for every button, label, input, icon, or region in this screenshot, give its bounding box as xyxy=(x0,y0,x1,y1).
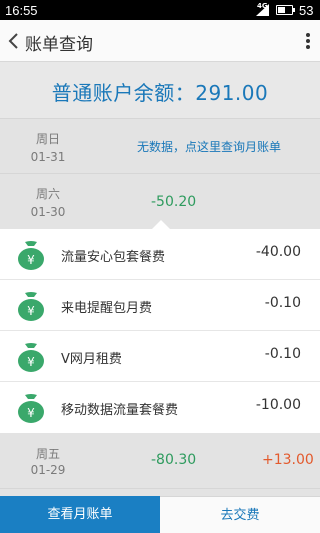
bottom-bar: 查看月账单 去交费 xyxy=(0,496,320,533)
day-date: 01-31 xyxy=(30,150,66,164)
list-item: ¥ 流量安心包套餐费 -40.00 xyxy=(0,229,320,280)
money-bag-icon: ¥ xyxy=(18,343,44,372)
svg-text:¥: ¥ xyxy=(27,355,35,369)
battery-icon xyxy=(276,5,295,15)
balance-label: 普通账户余额：291.00 xyxy=(51,81,269,105)
item-name: 来电提醒包月费 xyxy=(61,301,153,316)
back-icon[interactable] xyxy=(6,30,22,52)
day-weekday: 周五 xyxy=(35,447,60,461)
page-title: 账单查询 xyxy=(25,35,93,55)
title-bar: 账单查询 xyxy=(0,20,320,62)
money-bag-icon: ¥ xyxy=(18,394,44,423)
more-menu-icon[interactable] xyxy=(304,32,312,50)
day-date: 01-30 xyxy=(30,205,66,219)
list-item: ¥ V网月租费 -0.10 xyxy=(0,331,320,382)
svg-text:¥: ¥ xyxy=(27,304,35,318)
balance-banner: 普通账户余额：291.00 xyxy=(0,62,320,119)
no-data-link[interactable]: 无数据，点这里查询月账单 xyxy=(137,138,281,155)
day-weekday: 周日 xyxy=(35,132,60,146)
screen: 16:55 4G 53 账单查询 普通账户余额：291.00 周日 01-31 … xyxy=(0,0,320,533)
network-type: 4G xyxy=(257,2,268,10)
pay-button[interactable]: 去交费 xyxy=(160,496,320,533)
item-name: 移动数据流量套餐费 xyxy=(61,403,179,418)
monthly-bill-button[interactable]: 查看月账单 xyxy=(0,496,160,533)
money-bag-icon: ¥ xyxy=(18,292,44,321)
status-bar: 16:55 4G 53 xyxy=(0,0,320,20)
day-row-friday[interactable]: 周五 01-29 -80.30 +13.00 xyxy=(0,433,320,489)
day-row-sunday[interactable]: 周日 01-31 无数据，点这里查询月账单 xyxy=(0,120,320,174)
svg-text:¥: ¥ xyxy=(27,406,35,420)
svg-text:¥: ¥ xyxy=(27,253,35,267)
day-weekday: 周六 xyxy=(35,187,60,201)
item-name: V网月租费 xyxy=(61,352,122,367)
item-amount: -0.10 xyxy=(264,346,301,362)
item-name: 流量安心包套餐费 xyxy=(61,250,166,265)
item-amount: -10.00 xyxy=(255,397,301,413)
day-expense: -50.20 xyxy=(151,194,197,210)
day-income: +13.00 xyxy=(262,452,314,468)
day-expense: -80.30 xyxy=(151,452,197,468)
clock: 16:55 xyxy=(5,3,38,18)
list-item: ¥ 来电提醒包月费 -0.10 xyxy=(0,280,320,331)
list-item: ¥ 移动数据流量套餐费 -10.00 xyxy=(0,382,320,433)
item-amount: -40.00 xyxy=(255,244,301,260)
item-amount: -0.10 xyxy=(264,295,301,311)
day-date: 01-29 xyxy=(30,463,66,477)
battery-percent: 53 xyxy=(299,3,314,18)
detail-list: ¥ 流量安心包套餐费 -40.00 ¥ 来电提醒包月费 -0.10 ¥ V网月租… xyxy=(0,220,320,433)
money-bag-icon: ¥ xyxy=(18,241,44,270)
